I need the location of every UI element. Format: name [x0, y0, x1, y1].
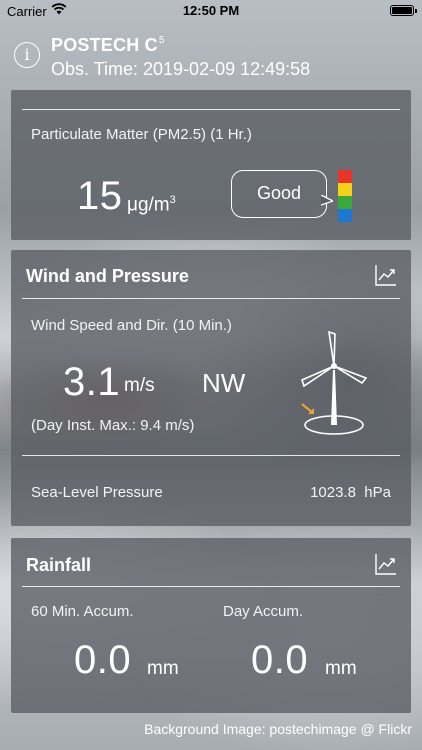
- wind-speed-unit: m/s: [124, 375, 155, 396]
- scale-green: [338, 196, 352, 209]
- rain-card-title: Rainfall: [26, 555, 92, 575]
- pressure-value: 1023.8 hPa: [310, 484, 391, 501]
- card-divider: [22, 109, 400, 110]
- background-credit[interactable]: Background Image: postechimage @ Flickr: [144, 721, 412, 737]
- clock: 12:50 PM: [182, 3, 240, 18]
- wind-turbine-icon: [301, 330, 368, 435]
- info-icon: i: [24, 45, 30, 64]
- pm-value: 15: [77, 174, 123, 218]
- wind-speed-label: Wind Speed and Dir. (10 Min.): [31, 317, 232, 334]
- card-divider: [22, 455, 400, 456]
- accum60-label: 60 Min. Accum.: [31, 603, 134, 620]
- air-quality-card: Particulate Matter (PM2.5) (1 Hr.) 15 μg…: [11, 90, 411, 240]
- card-divider: [22, 298, 400, 299]
- observation-time: Obs. Time: 2019-02-09 12:49:58: [51, 59, 311, 79]
- wind-direction: NW: [202, 368, 246, 398]
- scale-blue: [338, 209, 352, 222]
- accum60-unit: mm: [147, 658, 179, 679]
- wind-max-label: (Day Inst. Max.: 9.4 m/s): [31, 417, 195, 434]
- pm-label: Particulate Matter (PM2.5) (1 Hr.): [31, 126, 252, 143]
- air-quality-grade: Good: [231, 170, 333, 218]
- accum60-value: 0.0: [74, 638, 132, 682]
- wind-card-title: Wind and Pressure: [26, 266, 189, 286]
- day-accum-value: 0.0: [251, 638, 309, 682]
- scale-red: [338, 170, 352, 183]
- station-name: POSTECH C5: [51, 35, 165, 55]
- scale-yellow: [338, 183, 352, 196]
- rainfall-card: Rainfall 60 Min. Accum. 0.0 mm Day Accum…: [11, 538, 411, 713]
- speech-tail-icon: [321, 195, 333, 206]
- wind-pressure-card: Wind and Pressure Wind Speed and Dir. (1…: [11, 250, 411, 526]
- wind-speed-value: 3.1: [63, 360, 121, 404]
- chart-icon[interactable]: [375, 553, 397, 575]
- day-accum-label: Day Accum.: [223, 603, 304, 620]
- pressure-label: Sea-Level Pressure: [31, 484, 163, 501]
- info-button[interactable]: i: [14, 42, 40, 68]
- chart-icon[interactable]: [375, 264, 397, 286]
- station-header: i POSTECH C5 Obs. Time: 2019-02-09 12:49…: [0, 22, 422, 90]
- air-quality-scale: [338, 170, 352, 222]
- pm-unit: μg/m3: [127, 194, 176, 216]
- station-superscript: 5: [158, 35, 165, 46]
- grade-label: Good: [256, 183, 302, 203]
- card-divider: [22, 586, 400, 587]
- status-bar: Carrier 12:50 PM: [0, 0, 422, 22]
- battery-icon: [390, 5, 417, 16]
- day-accum-unit: mm: [325, 658, 357, 679]
